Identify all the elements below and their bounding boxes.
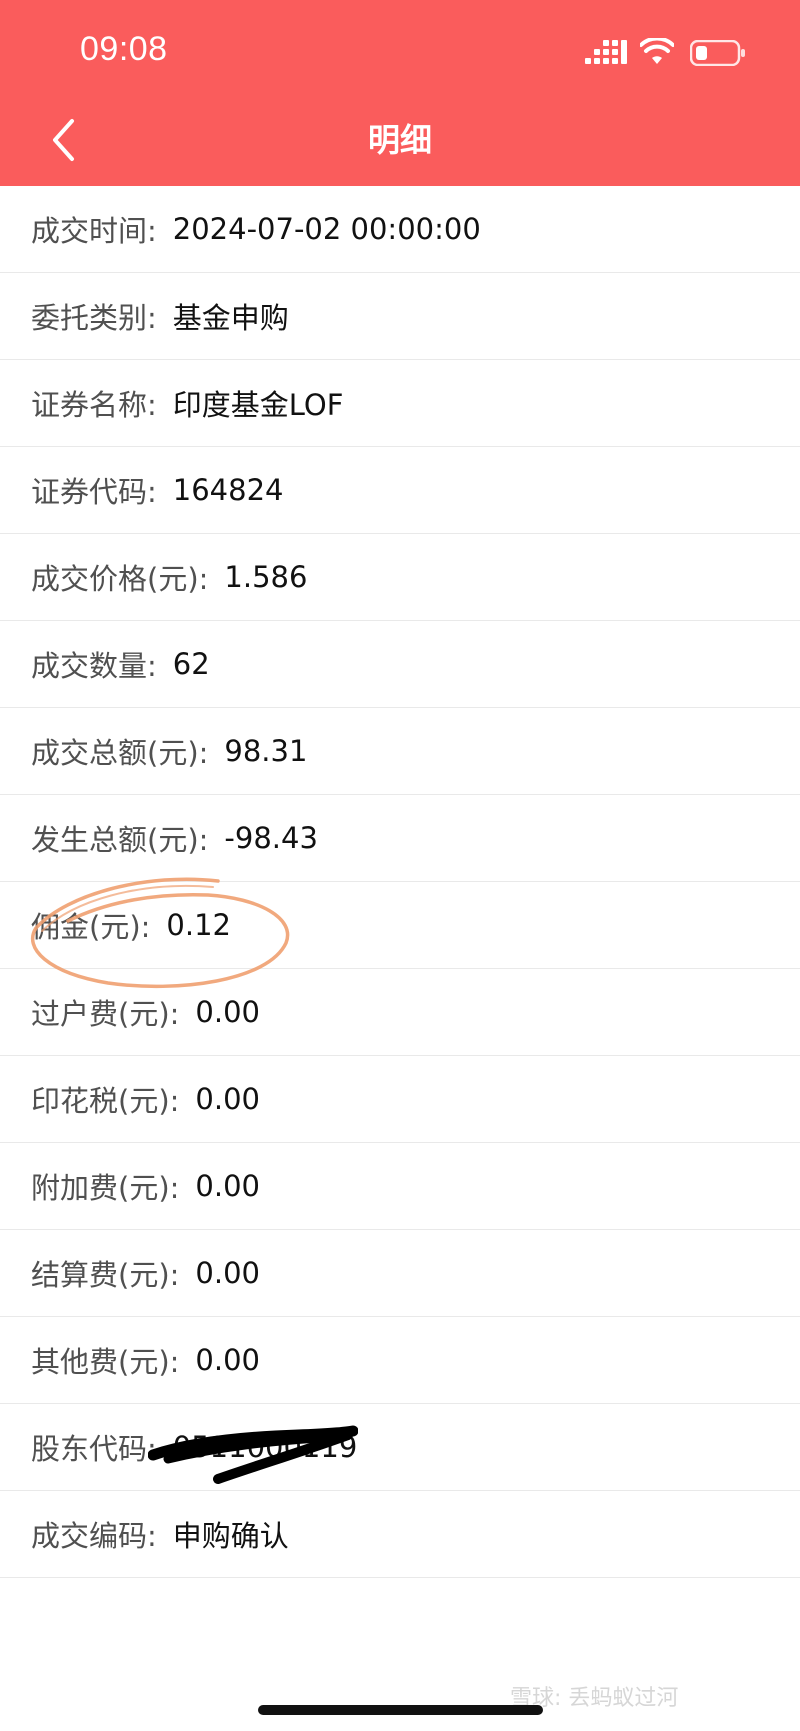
detail-row-security-code: 证券代码: 164824 xyxy=(0,447,800,534)
detail-row-other-fee: 其他费(元): 0.00 xyxy=(0,1317,800,1404)
detail-row-trade-quantity: 成交数量: 62 xyxy=(0,621,800,708)
row-value: 1.586 xyxy=(224,560,308,594)
detail-row-security-name: 证券名称: 印度基金LOF xyxy=(0,360,800,447)
row-value: 2024-07-02 00:00:00 xyxy=(172,212,481,246)
detail-row-trade-price: 成交价格(元): 1.586 xyxy=(0,534,800,621)
row-label: 成交价格(元): xyxy=(31,562,209,596)
row-label: 股东代码: xyxy=(31,1432,157,1466)
detail-row-commission: 佣金(元): 0.12 xyxy=(0,882,800,969)
row-label: 佣金(元): xyxy=(31,910,151,944)
row-label: 印花税(元): xyxy=(31,1084,180,1118)
detail-row-trade-time: 成交时间: 2024-07-02 00:00:00 xyxy=(0,186,800,273)
cellular-signal-icon xyxy=(585,40,627,64)
row-label: 发生总额(元): xyxy=(31,823,209,857)
status-time: 09:08 xyxy=(80,30,168,68)
row-label: 证券代码: xyxy=(31,475,157,509)
row-value: 164824 xyxy=(172,473,284,507)
app-header: 09:08 明细 xyxy=(0,0,800,186)
row-value: 98.31 xyxy=(224,734,308,768)
detail-row-total-amount: 发生总额(元): -98.43 xyxy=(0,795,800,882)
row-value: 0.00 xyxy=(195,1343,260,1377)
row-value: 0511000119 xyxy=(172,1430,358,1464)
row-value: 0.12 xyxy=(166,908,231,942)
detail-row-surcharge: 附加费(元): 0.00 xyxy=(0,1143,800,1230)
row-label: 附加费(元): xyxy=(31,1171,180,1205)
row-value: 基金申购 xyxy=(172,301,289,335)
detail-row-settlement-fee: 结算费(元): 0.00 xyxy=(0,1230,800,1317)
detail-row-shareholder-code: 股东代码: 0511000119 xyxy=(0,1404,800,1491)
detail-list: 成交时间: 2024-07-02 00:00:00 委托类别: 基金申购 证券名… xyxy=(0,186,800,1578)
battery-icon xyxy=(690,40,745,66)
row-label: 结算费(元): xyxy=(31,1258,180,1292)
page-title: 明细 xyxy=(367,121,432,159)
detail-row-order-type: 委托类别: 基金申购 xyxy=(0,273,800,360)
row-value: 0.00 xyxy=(195,1082,260,1116)
detail-row-trade-code: 成交编码: 申购确认 xyxy=(0,1491,800,1578)
wifi-icon xyxy=(640,38,674,64)
row-label: 其他费(元): xyxy=(31,1345,180,1379)
row-value: 0.00 xyxy=(195,1169,260,1203)
row-label: 委托类别: xyxy=(31,301,157,335)
detail-row-transfer-fee: 过户费(元): 0.00 xyxy=(0,969,800,1056)
row-label: 成交总额(元): xyxy=(31,736,209,770)
row-value: 申购确认 xyxy=(172,1519,289,1553)
home-indicator xyxy=(258,1705,543,1715)
row-label: 成交编码: xyxy=(31,1519,157,1553)
row-value: 0.00 xyxy=(195,1256,260,1290)
detail-row-trade-amount: 成交总额(元): 98.31 xyxy=(0,708,800,795)
row-label: 过户费(元): xyxy=(31,997,180,1031)
row-value: 印度基金LOF xyxy=(172,388,344,422)
row-label: 成交时间: xyxy=(31,214,157,248)
row-label: 成交数量: xyxy=(31,649,157,683)
row-value: 0.00 xyxy=(195,995,260,1029)
row-label: 证券名称: xyxy=(31,388,157,422)
row-value: 62 xyxy=(172,647,210,681)
detail-row-stamp-duty: 印花税(元): 0.00 xyxy=(0,1056,800,1143)
row-value: -98.43 xyxy=(224,821,318,855)
